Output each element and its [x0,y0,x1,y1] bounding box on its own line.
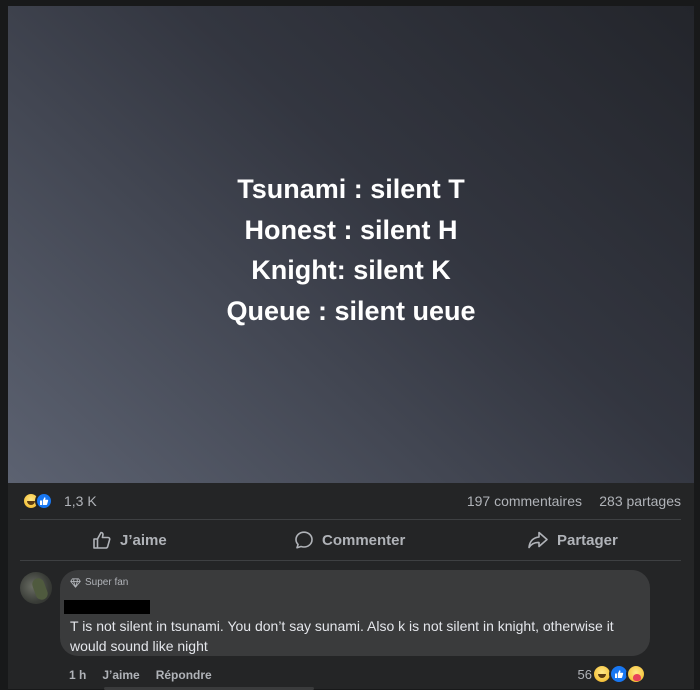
comment-timestamp[interactable]: 1 h [69,668,86,682]
share-arrow-icon [528,531,548,549]
comment-text: T is not silent in tsunami. You don’t sa… [70,618,614,654]
post-image-line: Queue : silent ueue [226,295,476,326]
post-stats-bar: 1,3 K 197 commentaires 283 partages [8,483,694,519]
comment-button-label: Commenter [322,531,406,549]
speech-bubble-icon [295,531,313,549]
share-button[interactable]: Partager [527,520,618,560]
comment-like-link[interactable]: J’aime [102,668,139,682]
share-button-label: Partager [557,531,618,549]
comment-item: Super fan T is not silent in tsunami. Yo… [8,562,694,690]
like-button-label: J’aime [120,531,167,549]
shares-count-link[interactable]: 283 partages [599,493,681,509]
post-image[interactable]: Tsunami : silent T Honest : silent H Kni… [8,6,694,483]
thumbs-up-icon [93,531,111,549]
care-icon [626,664,646,684]
diamond-icon [70,577,81,588]
badge-label: Super fan [85,577,129,588]
comments-count-link[interactable]: 197 commentaires [467,493,582,509]
post-image-line: Knight: silent K [251,255,451,285]
like-button[interactable]: J’aime [92,520,167,560]
comment-reply-link[interactable]: Répondre [156,668,212,682]
avatar[interactable] [20,572,52,604]
comment-meta: 1 h J’aime Répondre [69,668,212,682]
divider [20,560,681,561]
comment-reactions-count: 56 [577,667,592,682]
post-card: Tsunami : silent T Honest : silent H Kni… [8,6,694,690]
redacted-author-name [64,600,150,614]
post-actions-bar: J’aime Commenter Partager [8,520,694,560]
post-image-line: Tsunami : silent T [237,174,465,204]
comment-bubble: Super fan T is not silent in tsunami. Yo… [60,570,650,656]
post-image-text: Tsunami : silent T Honest : silent H Kni… [8,169,694,331]
super-fan-badge: Super fan [70,577,128,588]
comment-button[interactable]: Commenter [294,520,405,560]
post-image-line: Honest : silent H [244,214,458,245]
reactions-count[interactable]: 1,3 K [64,493,97,509]
page-background: Tsunami : silent T Honest : silent H Kni… [0,0,700,690]
like-icon [35,492,53,510]
